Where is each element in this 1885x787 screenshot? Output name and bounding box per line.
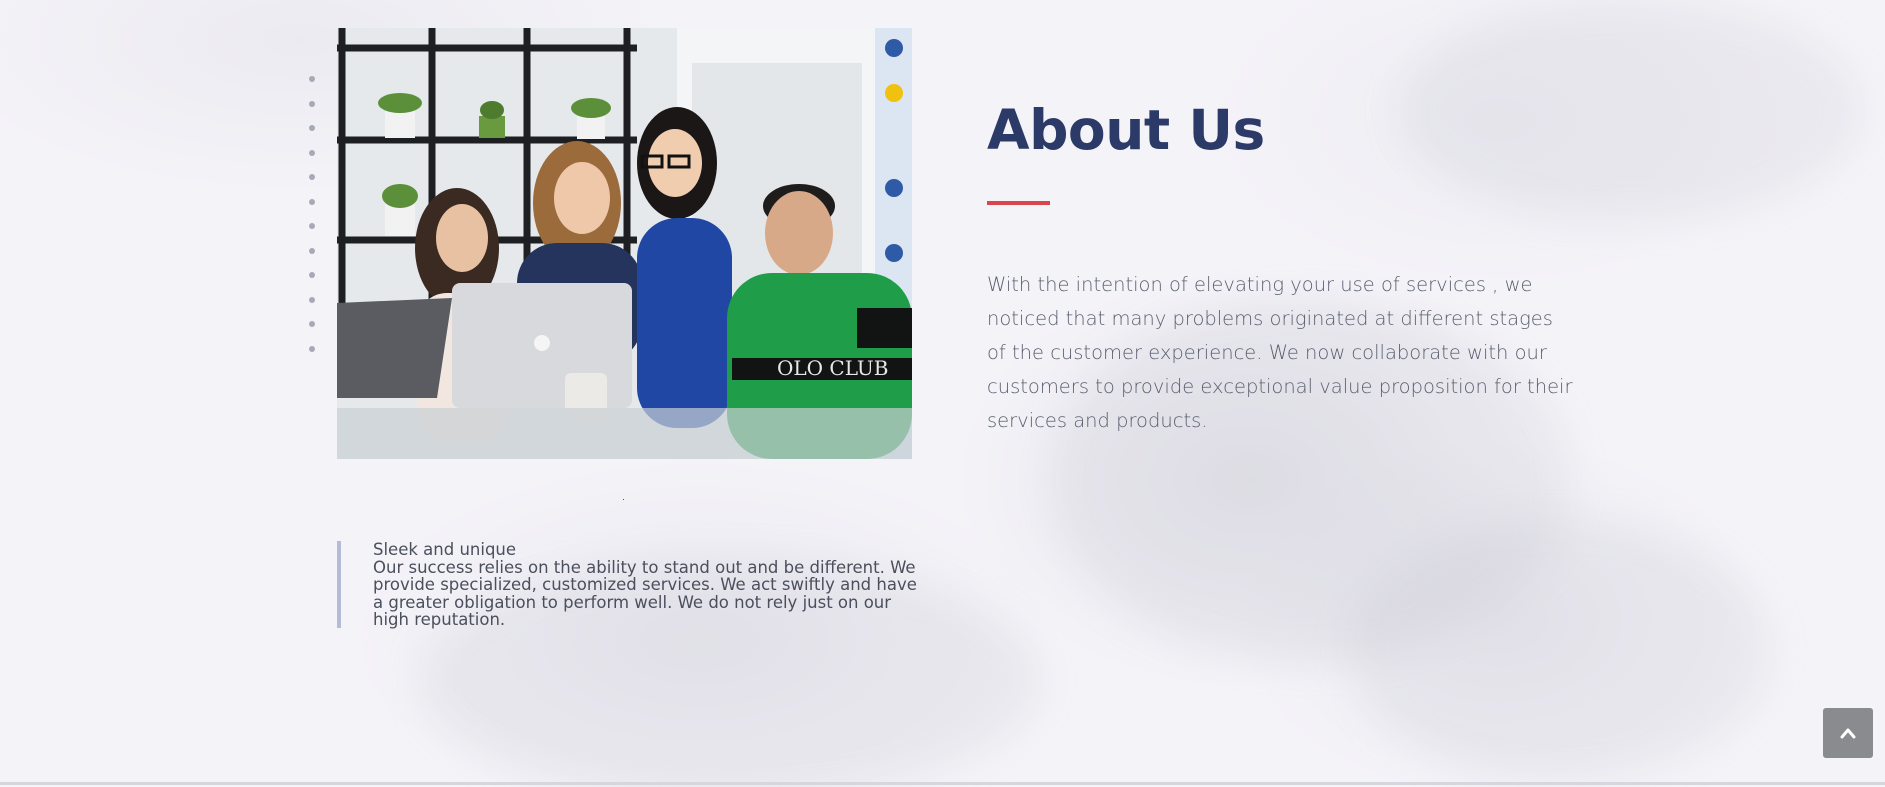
dot — [309, 272, 315, 278]
decorative-dot — [623, 499, 624, 500]
decorative-dots — [309, 76, 321, 370]
dot — [309, 198, 315, 205]
page-title: About Us — [987, 98, 1265, 162]
about-description: With the intention of elevating your use… — [987, 273, 1573, 432]
quote-body: Our success relies on the ability to sta… — [373, 557, 917, 629]
dot — [309, 247, 315, 254]
about-page: OLO CLUB About Us With the intention of … — [0, 0, 1885, 787]
team-photo: OLO CLUB — [337, 28, 912, 459]
team-photo-illustration: OLO CLUB — [337, 28, 912, 459]
dot — [309, 125, 315, 131]
dot — [309, 76, 315, 82]
title-underline — [987, 201, 1050, 205]
dot — [309, 345, 315, 352]
dot — [309, 174, 315, 180]
feature-quote: Sleek and unique Our success relies on t… — [337, 541, 921, 628]
quote-title: Sleek and unique — [373, 540, 517, 559]
scroll-to-top-button[interactable] — [1823, 708, 1873, 758]
background-decoration — [1400, 0, 1860, 220]
dot — [309, 321, 315, 327]
chevron-up-icon — [1840, 728, 1856, 739]
page-bottom-border — [0, 782, 1885, 785]
dot — [309, 223, 315, 229]
dot — [309, 100, 315, 107]
dot — [309, 296, 315, 303]
svg-text:OLO CLUB: OLO CLUB — [777, 356, 888, 380]
dot — [309, 149, 315, 156]
background-decoration — [1350, 520, 1770, 780]
